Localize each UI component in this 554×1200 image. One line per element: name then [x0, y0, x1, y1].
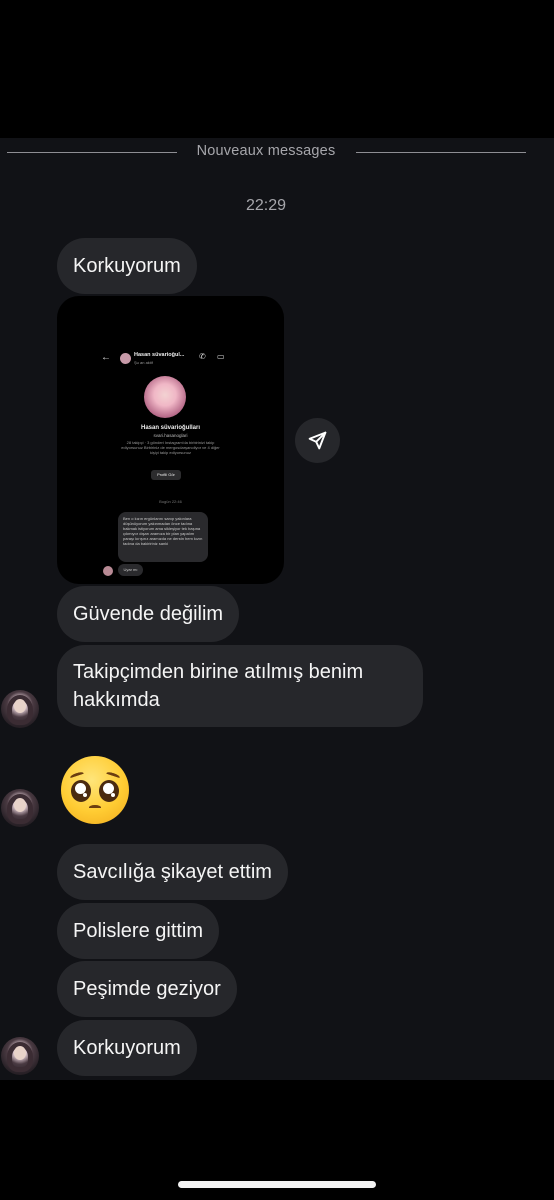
message-bubble[interactable]: Güvende değilim	[57, 586, 240, 642]
screenshot-time: Bugün 22:46	[159, 499, 182, 504]
shared-screenshot-image[interactable]: ← Hasan süvarioğul... Şu an aktif ✆ ▭ Ha…	[57, 296, 284, 584]
share-button[interactable]	[295, 418, 340, 463]
message-bubble[interactable]: Korkuyorum	[57, 238, 197, 294]
screenshot-profile-name: Hasan süvarioğulları	[140, 425, 201, 431]
screenshot-profile-button: Profili Gör	[151, 470, 181, 480]
screenshot-profile-info: 28 takipçi · 3 gönderi Instagram'da birb…	[121, 440, 220, 455]
phone-icon: ✆	[199, 352, 206, 361]
divider-line-right	[356, 152, 526, 153]
screenshot-profile-photo	[144, 376, 186, 418]
screenshot-header-name: Hasan süvarioğul...	[134, 352, 185, 358]
message-bubble[interactable]: Savcılığa şikayet ettim	[57, 844, 288, 900]
screenshot-message-avatar	[103, 566, 113, 576]
screenshot-reply: Uyar mı	[118, 564, 143, 576]
screenshot-profile-username: svari.hasanoglari	[153, 433, 188, 438]
message-bubble[interactable]: Peşimde geziyor	[57, 961, 237, 1017]
contact-avatar[interactable]	[1, 690, 39, 728]
top-status-area	[0, 0, 554, 138]
home-indicator[interactable]	[178, 1181, 376, 1188]
screenshot-avatar	[120, 353, 131, 364]
pleading-face-emoji-icon[interactable]	[61, 756, 129, 824]
divider-line-left	[7, 152, 177, 153]
message-bubble[interactable]: Takipçimden birine atılmış benim hakkımd…	[57, 645, 423, 727]
screenshot-header-status: Şu an aktif	[134, 360, 153, 365]
message-timestamp: 22:29	[245, 197, 287, 214]
message-bubble[interactable]: Polislere gittim	[57, 903, 220, 959]
video-icon: ▭	[217, 352, 225, 361]
contact-avatar[interactable]	[1, 1037, 39, 1075]
screenshot-message: Ben o kızın ergünlarını sanıp yakınlara …	[118, 512, 208, 562]
new-messages-divider: Nouveaux messages	[0, 143, 554, 163]
contact-avatar[interactable]	[1, 789, 39, 827]
screenshot-header: ← Hasan süvarioğul... Şu an aktif ✆ ▭	[101, 352, 231, 366]
divider-label: Nouveaux messages	[196, 143, 336, 159]
back-arrow-icon: ←	[101, 352, 111, 363]
message-bubble[interactable]: Korkuyorum	[57, 1020, 197, 1076]
share-arrow-icon	[308, 431, 327, 450]
